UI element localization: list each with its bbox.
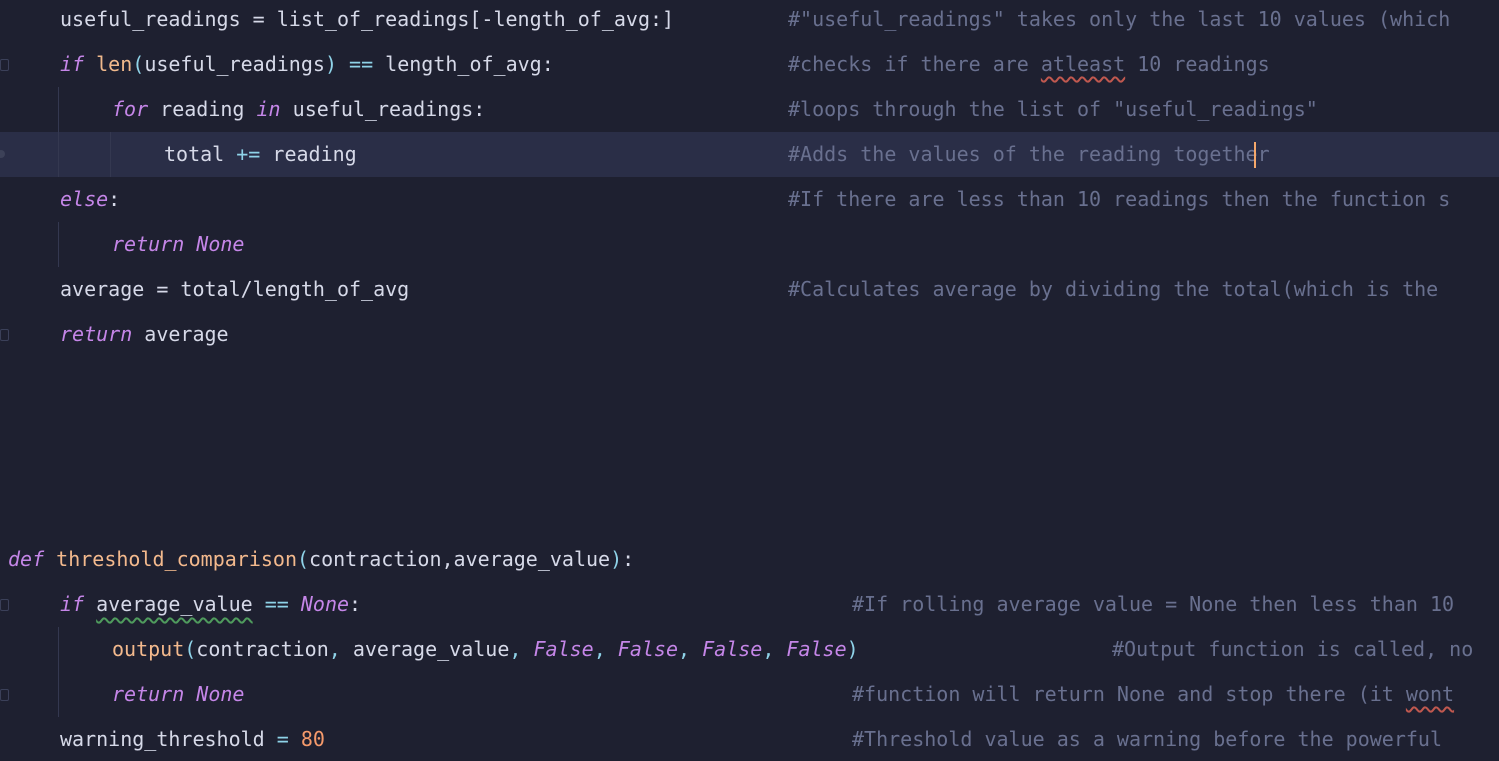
indent-guide	[58, 627, 59, 672]
fold-icon[interactable]	[0, 59, 9, 71]
code-text: return None	[112, 682, 245, 706]
code-text: average = total/length_of_avg	[60, 277, 410, 301]
comment-text: #function will return None and stop ther…	[852, 682, 1455, 706]
inspection-warning[interactable]: average_value	[96, 592, 253, 616]
code-text: return None	[112, 232, 245, 256]
code-line-def[interactable]: def threshold_comparison(contraction,ave…	[0, 537, 1499, 582]
keyword: if	[60, 52, 85, 76]
code-text: for reading in useful_readings:	[112, 97, 486, 121]
comment-text: #Adds the values of the reading together	[788, 142, 1270, 166]
comment-text: #Threshold value as a warning before the…	[852, 727, 1443, 751]
code-line-10[interactable]: if average_value == None: #If rolling av…	[0, 582, 1499, 627]
code-line-7[interactable]: average = total/length_of_avg #Calculate…	[0, 267, 1499, 312]
builtin-call: len	[96, 52, 133, 76]
fold-icon[interactable]	[0, 329, 9, 341]
code-line-11[interactable]: output(contraction, average_value, False…	[0, 627, 1499, 672]
argument: useful_readings	[144, 52, 325, 76]
comment-text: #If rolling average value = None then le…	[852, 592, 1455, 616]
code-editor[interactable]: useful_readings = list_of_readings[-leng…	[0, 0, 1499, 761]
comment-text: #If there are less than 10 readings then…	[788, 187, 1451, 211]
text-caret	[1254, 142, 1256, 168]
comment-text: #loops through the list of "useful_readi…	[788, 97, 1318, 121]
code-text: useful_readings = list_of_readings[-leng…	[60, 7, 675, 31]
function-name[interactable]: threshold_comparison	[56, 547, 297, 571]
comment-text: #Output function is called, no	[1112, 637, 1474, 661]
code-line-1[interactable]: useful_readings = list_of_readings[-leng…	[0, 0, 1499, 42]
code-text: return average	[60, 322, 229, 346]
code-text: if average_value == None:	[60, 592, 362, 616]
comment-text: #Calculates average by dividing the tota…	[788, 277, 1439, 301]
code-line-4-current[interactable]: total += reading #Adds the values of the…	[0, 132, 1499, 177]
code-text: else:	[60, 187, 121, 211]
indent-guide	[110, 132, 111, 177]
code-line-8[interactable]: return average	[0, 312, 1499, 357]
operator: ==	[349, 52, 374, 76]
code-text: if len(useful_readings) == length_of_avg…	[60, 52, 554, 76]
code-line-6[interactable]: return None	[0, 222, 1499, 267]
indent-guide	[58, 672, 59, 717]
code-line-5[interactable]: else: #If there are less than 10 reading…	[0, 177, 1499, 222]
code-text: total += reading	[164, 142, 357, 166]
spelling-warning[interactable]: wont	[1406, 682, 1454, 706]
comment-text: #checks if there are atleast 10 readings	[788, 52, 1270, 76]
indent-guide	[58, 132, 59, 177]
code-line-3[interactable]: for reading in useful_readings: #loops t…	[0, 87, 1499, 132]
code-line-13[interactable]: warning_threshold = 80 #Threshold value …	[0, 717, 1499, 761]
code-text: output(contraction, average_value, False…	[112, 637, 859, 661]
fold-icon[interactable]	[0, 689, 9, 701]
indent-guide	[58, 222, 59, 267]
rhs: length_of_avg	[385, 52, 542, 76]
breakpoint-icon[interactable]	[0, 150, 5, 158]
code-line-2[interactable]: if len(useful_readings) == length_of_avg…	[0, 42, 1499, 87]
comment-text: #"useful_readings" takes only the last 1…	[788, 7, 1451, 31]
code-text: def threshold_comparison(contraction,ave…	[8, 547, 635, 571]
indent-guide	[58, 87, 59, 132]
code-line-12[interactable]: return None #function will return None a…	[0, 672, 1499, 717]
colon: :	[541, 52, 554, 76]
fold-icon[interactable]	[0, 599, 9, 611]
spelling-warning[interactable]: atleast	[1041, 52, 1125, 76]
code-text: warning_threshold = 80	[60, 727, 325, 751]
